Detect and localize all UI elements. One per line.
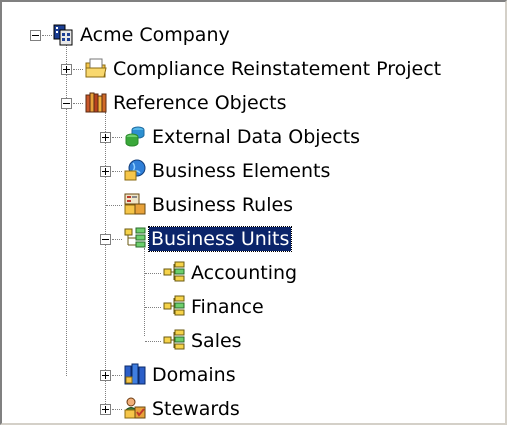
tree-node-compliance[interactable]: Compliance Reinstatement Project [111, 57, 443, 81]
collapse-toggle-business-units[interactable] [100, 234, 111, 245]
tree-line [106, 205, 122, 206]
library-books-icon [85, 92, 107, 113]
tree-node-domains[interactable]: Domains [150, 363, 238, 387]
collapse-toggle-reference[interactable] [61, 98, 72, 109]
org-chart-icon [163, 295, 185, 316]
tree-node-acme-company[interactable]: Acme Company [78, 23, 232, 47]
expand-toggle-domains[interactable] [100, 370, 111, 381]
database-cylinders-icon [125, 126, 145, 147]
tree-view: Acme Company Compliance Reinstatement Pr… [0, 0, 507, 425]
tree-line [112, 375, 122, 376]
tree-line [112, 409, 122, 410]
tree-line [112, 239, 122, 240]
org-chart-icon [163, 329, 185, 350]
expand-toggle-business-elements[interactable] [100, 166, 111, 177]
tree-line [73, 69, 83, 70]
tree-line [145, 341, 161, 342]
tree-node-sales[interactable]: Sales [189, 329, 244, 353]
globe-folder-icon [124, 159, 146, 181]
expand-toggle-stewards[interactable] [100, 404, 111, 415]
org-chart-icon [163, 261, 185, 282]
domains-books-icon [124, 363, 146, 385]
tree-line [73, 103, 83, 104]
tree-line [105, 112, 106, 408]
tree-line [112, 171, 122, 172]
expand-toggle-compliance[interactable] [61, 64, 72, 75]
org-chart-icon [124, 227, 146, 248]
tree-line [112, 137, 122, 138]
tree-node-business-units[interactable]: Business Units [147, 226, 293, 252]
tree-line [144, 248, 145, 336]
organization-icon [53, 24, 73, 46]
tree-line [42, 35, 52, 36]
tree-node-business-elements[interactable]: Business Elements [150, 159, 332, 183]
stewards-people-icon [124, 397, 146, 419]
folder-project-icon [85, 58, 107, 78]
collapse-toggle-root[interactable] [30, 30, 41, 41]
expand-toggle-external[interactable] [100, 132, 111, 143]
tree-node-business-rules[interactable]: Business Rules [150, 193, 295, 217]
tree-node-reference-objects[interactable]: Reference Objects [111, 91, 289, 115]
tree-node-accounting[interactable]: Accounting [189, 261, 299, 285]
tree-node-external-data-objects[interactable]: External Data Objects [150, 125, 362, 149]
tree-node-stewards[interactable]: Stewards [150, 397, 242, 421]
tree-line [66, 44, 67, 376]
tree-line [145, 273, 161, 274]
tree-line [145, 307, 161, 308]
tree-node-finance[interactable]: Finance [189, 295, 266, 319]
rules-table-icon [124, 193, 146, 215]
